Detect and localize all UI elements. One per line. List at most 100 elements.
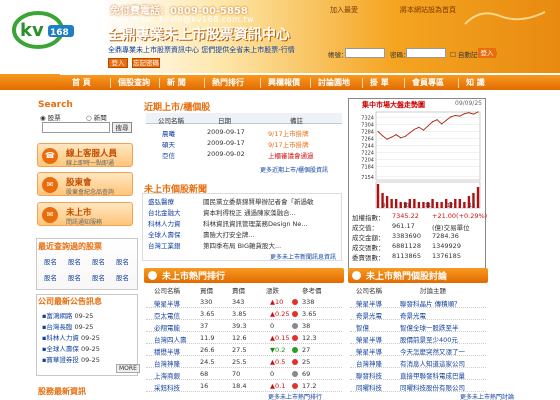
hot-discuss-name[interactable]: 同曜科技 xyxy=(356,382,382,392)
hot-discuss-more-link[interactable]: 更多未上市熱門討論 xyxy=(460,392,514,400)
new-listing-name[interactable]: 碩天 xyxy=(162,139,175,149)
nav-item-7[interactable]: 會員專區 xyxy=(412,75,444,91)
hot-rank-name[interactable]: 亞太電信 xyxy=(154,310,180,320)
hot-discuss-topic[interactable]: 直接甲聯發科電成巴量 xyxy=(400,370,465,380)
hot-discuss-name[interactable]: 智億 xyxy=(356,322,369,332)
site-logo[interactable]: kv 168 xyxy=(8,6,88,52)
status-dot-icon xyxy=(292,323,298,329)
hot-rank-bar: 未上市熱門排行 xyxy=(144,268,344,283)
company-news-item[interactable]: ▪台灣長臨 09-25 xyxy=(42,321,93,331)
otc-news-text[interactable]: 資本利得稅正 通過陳家藻融合... xyxy=(203,207,296,217)
recent-stock-link[interactable]: 股名 xyxy=(116,272,129,282)
company-news-item[interactable]: ▪全球人壽保 09-25 xyxy=(42,343,100,353)
recent-stock-link[interactable]: 股名 xyxy=(44,256,57,266)
recent-stock-link[interactable]: 股名 xyxy=(92,272,105,282)
hot-rank-name[interactable]: 上海商銀 xyxy=(154,370,180,380)
chart-y-tick-label: 7284 xyxy=(361,130,374,136)
chart-volume-bar xyxy=(417,202,421,208)
hot-rank-name[interactable]: 榮星半導 xyxy=(154,298,180,308)
chart-y-tick-label: 7264 xyxy=(361,137,374,143)
radio-stock[interactable]: ◉ 股票 xyxy=(40,112,61,122)
company-news-more-button[interactable]: MORE xyxy=(116,364,140,373)
login-submit-button[interactable]: 登入 xyxy=(478,48,496,58)
recent-stock-link[interactable]: 股名 xyxy=(68,256,81,266)
hot-discuss-topic[interactable]: 智億全球一股跌至半 xyxy=(400,322,459,332)
add-favorite-link[interactable]: 加入最愛 xyxy=(330,5,358,15)
recent-stock-link[interactable]: 股名 xyxy=(116,256,129,266)
login-button[interactable]: 登入 xyxy=(108,58,128,68)
new-listing-note[interactable]: 上櫃審議會通過 xyxy=(268,150,314,160)
radio-news[interactable]: ○ 新聞 xyxy=(86,112,107,122)
search-button[interactable]: 搜尋 xyxy=(112,122,132,133)
company-news-item[interactable]: ▪富鴻網路 09-25 xyxy=(42,310,93,320)
otc-news-more-link[interactable]: 更多未上市新聞訊息資訊 xyxy=(270,252,336,261)
forgot-password-button[interactable]: 忘記密碼 xyxy=(132,58,160,68)
promo-notification[interactable]: ✉ 未上市 問訊通知服務 xyxy=(37,202,133,226)
hot-rank-name[interactable]: 必翔電能 xyxy=(154,322,180,332)
chart-data-point xyxy=(381,135,384,137)
hot-rank-name[interactable]: 台灣四人壽 xyxy=(154,334,187,344)
hot-discuss-topic[interactable]: 今天怎麼突然又漲了一 xyxy=(400,346,465,356)
hot-discuss-name[interactable]: 奇景光電 xyxy=(356,310,382,320)
hot-discuss-name[interactable]: 聯發科技 xyxy=(356,370,382,380)
otc-news-source[interactable]: 科林人力資 xyxy=(148,218,181,228)
hot-rank-change: ▼0.2 xyxy=(270,346,285,354)
hot-discuss-name[interactable]: 榮星半導 xyxy=(356,334,382,344)
hot-rank-name[interactable]: 台灣神隆 xyxy=(154,358,180,368)
hot-discuss-name[interactable]: 台灣神隆 xyxy=(356,358,382,368)
nav-item-4[interactable]: 興櫃報價 xyxy=(268,75,300,91)
status-dot-icon xyxy=(292,371,298,377)
nav-item-1[interactable]: 個股查詢 xyxy=(118,75,150,91)
hot-rank-name[interactable]: 穩懋半導 xyxy=(154,346,180,356)
new-listing-more-link[interactable]: 更多近期上市/櫃個股資訊 xyxy=(260,165,328,174)
recent-stock-link[interactable]: 股名 xyxy=(68,272,81,282)
hot-discuss-name[interactable]: 榮星半導 xyxy=(356,298,382,308)
company-news-item[interactable]: ▪寶華證券投 09-25 xyxy=(42,354,100,364)
otc-news-source[interactable]: 台北金融大 xyxy=(148,207,181,217)
chart-data-point xyxy=(386,138,388,140)
new-listing-note[interactable]: 9/17上市掛牌 xyxy=(268,128,309,138)
index-stat-extra: 1376185 xyxy=(432,252,461,260)
account-input[interactable] xyxy=(345,48,385,58)
hot-rank-ask: 27.5 xyxy=(232,346,247,354)
hot-discuss-name[interactable]: 榮星半導 xyxy=(356,346,382,356)
nav-item-8[interactable]: 知 識 xyxy=(466,75,485,91)
otc-news-source[interactable]: 台灣工業銀 xyxy=(148,240,181,250)
otc-news-text[interactable]: 壽險大打安全牌... xyxy=(203,229,255,239)
hot-discuss-topic[interactable]: 聯發科晶片 傳積順？ xyxy=(400,298,461,308)
set-homepage-link[interactable]: 將本網站設為首頁 xyxy=(400,5,456,15)
chart-data-point xyxy=(400,137,402,139)
hot-discuss-topic[interactable]: 股價前景至少400元 xyxy=(400,334,458,344)
nav-item-0[interactable]: 首 頁 xyxy=(72,75,91,91)
status-dot-icon xyxy=(292,299,298,305)
hot-rank-name[interactable]: 采鈺科技 xyxy=(154,382,180,392)
recent-stock-link[interactable]: 股名 xyxy=(92,256,105,266)
new-listing-name[interactable]: 晨曦 xyxy=(162,128,175,138)
nav-item-6[interactable]: 掛 單 xyxy=(370,75,389,91)
hot-rank-change-value: 0.25 xyxy=(275,310,290,318)
hot-discuss-topic[interactable]: 有消息人知道這家公司 xyxy=(400,358,465,368)
otc-news-source[interactable]: 全球人壽保 xyxy=(148,229,181,239)
new-listing-note[interactable]: 9/17上市掛牌 xyxy=(268,139,309,149)
company-news-item[interactable]: ▪科林人力資 09-25 xyxy=(42,332,100,342)
nav-separator xyxy=(260,78,261,88)
mail-icon: ✉ xyxy=(42,207,58,223)
password-input[interactable] xyxy=(406,48,446,58)
recent-stock-link[interactable]: 股名 xyxy=(44,272,57,282)
nav-item-5[interactable]: 討論園地 xyxy=(318,75,350,91)
hot-rank-more-link[interactable]: 更多未上市熱門排行 xyxy=(268,392,322,400)
promo-shareholder-meeting[interactable]: ✉ 股東會 股東會紀念品查詢 xyxy=(37,172,133,196)
hot-discuss-topic[interactable]: 同曜科技股份有限公司 xyxy=(400,382,465,392)
promo-customer-service[interactable]: ☎ 線上客服人員 線上即時一點即通 xyxy=(37,143,133,167)
search-input[interactable] xyxy=(42,122,110,133)
nav-item-2[interactable]: 新 聞 xyxy=(167,75,186,91)
new-listing-name[interactable]: 亞信 xyxy=(162,150,175,160)
otc-news-text[interactable]: 科林資訊資訊管理業務Design Ne... xyxy=(203,218,308,228)
hot-discuss-topic[interactable]: 奇景光電 xyxy=(400,310,426,320)
new-listing-date: 2009-09-17 xyxy=(207,128,245,136)
otc-news-text[interactable]: 國民黨立委蔡錦賢舉辦記者會「新過敏 xyxy=(203,196,314,206)
otc-news-text[interactable]: 第四季布局 BIG雜貨股大... xyxy=(203,240,281,250)
nav-item-3[interactable]: 熱門排行 xyxy=(212,75,244,91)
hot-rank-col-header: 漲跌 xyxy=(266,287,279,295)
otc-news-source[interactable]: 盛弘醫療 xyxy=(148,196,174,206)
